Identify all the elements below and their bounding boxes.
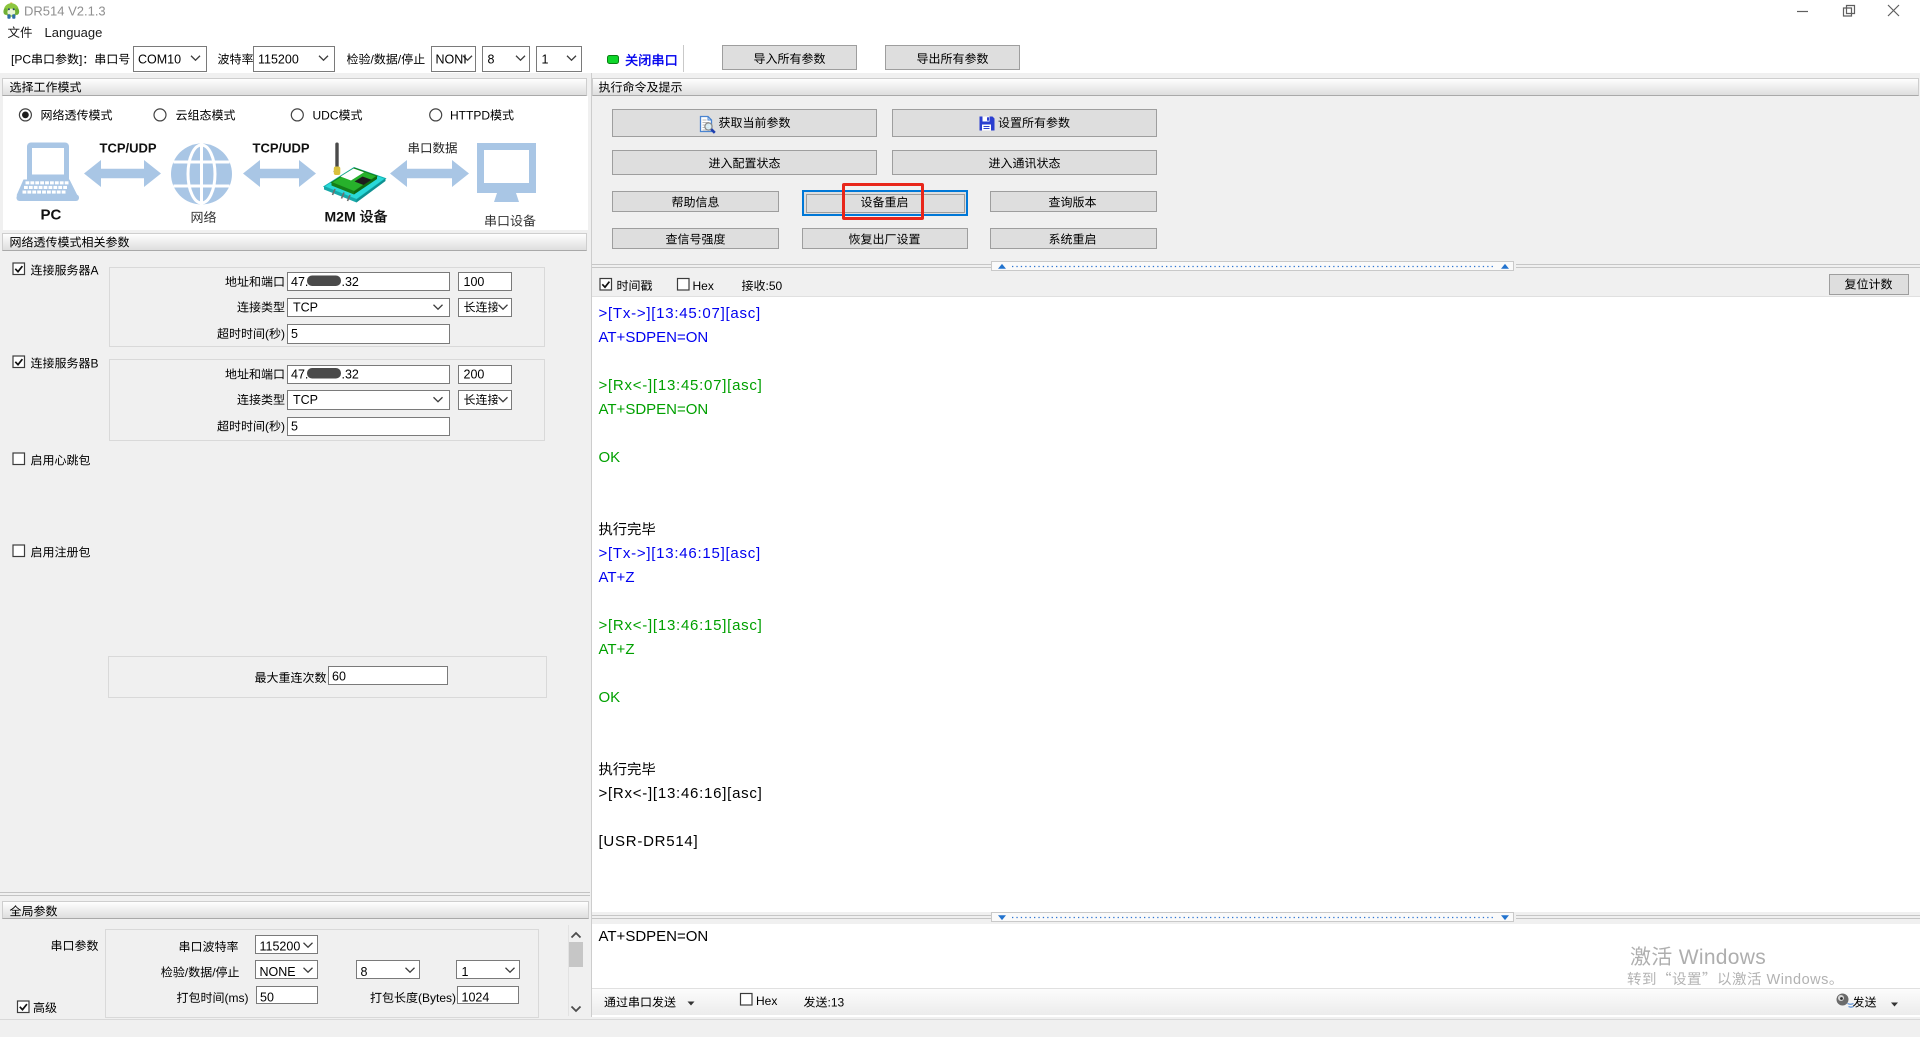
svg-text:.32: .32: [342, 368, 359, 382]
svg-text:115200: 115200: [260, 940, 301, 954]
svg-text:AT+Z: AT+Z: [599, 569, 635, 586]
svg-text:PC: PC: [41, 207, 62, 224]
svg-text:>[Rx<-][13:46:16][asc]: >[Rx<-][13:46:16][asc]: [599, 785, 763, 802]
svg-text:M2M: M2M: [325, 209, 360, 225]
svg-text:Hex: Hex: [693, 279, 714, 293]
svg-text:TCP: TCP: [293, 393, 318, 407]
svg-text:5: 5: [291, 327, 298, 341]
svg-text:47.: 47.: [291, 368, 308, 382]
svg-text:): ): [281, 327, 285, 341]
svg-text:OK: OK: [599, 449, 621, 466]
svg-text:/: /: [371, 53, 375, 67]
svg-text:1024: 1024: [462, 991, 490, 1005]
svg-text:47.: 47.: [291, 275, 308, 289]
svg-text:(ms): (ms): [225, 991, 249, 1005]
svg-text:Hex: Hex: [756, 994, 777, 1008]
svg-text:1: 1: [542, 53, 549, 67]
svg-text:AT+SDPEN=ON: AT+SDPEN=ON: [599, 928, 709, 945]
svg-text::13: :13: [828, 996, 845, 1010]
svg-text:.32: .32: [342, 275, 359, 289]
svg-text:COM10: COM10: [138, 53, 181, 67]
svg-text:TCP/UDP: TCP/UDP: [100, 141, 157, 156]
svg-text:AT+SDPEN=ON: AT+SDPEN=ON: [599, 329, 709, 346]
svg-text:60: 60: [332, 670, 346, 684]
svg-text:100: 100: [464, 275, 485, 289]
svg-text:NONI: NONI: [436, 53, 467, 67]
svg-text:(: (: [265, 327, 269, 341]
svg-text:>[Tx->][13:46:15][asc]: >[Tx->][13:46:15][asc]: [599, 545, 761, 562]
svg-text:>[Rx<-][13:45:07][asc]: >[Rx<-][13:45:07][asc]: [599, 377, 763, 394]
svg-text:>[Rx<-][13:46:15][asc]: >[Rx<-][13:46:15][asc]: [599, 617, 763, 634]
svg-text:AT+Z: AT+Z: [599, 641, 635, 658]
svg-text:NONE: NONE: [260, 965, 296, 979]
svg-text:Windows: Windows: [1762, 972, 1829, 988]
svg-text:/: /: [398, 53, 402, 67]
svg-text:[PC: [PC: [11, 53, 31, 67]
svg-text:Windows: Windows: [1673, 946, 1766, 969]
svg-text:(Bytes): (Bytes): [418, 991, 456, 1005]
svg-text:200: 200: [464, 368, 485, 382]
svg-text:8: 8: [488, 53, 495, 67]
svg-text:A: A: [91, 264, 99, 278]
svg-text:TCP/UDP: TCP/UDP: [253, 141, 310, 156]
svg-text:): ): [281, 420, 285, 434]
svg-text:>[Tx->][13:45:07][asc]: >[Tx->][13:45:07][asc]: [599, 305, 761, 322]
svg-text:HTTPD: HTTPD: [450, 109, 490, 123]
svg-text:115200: 115200: [258, 53, 299, 67]
svg-text:50: 50: [260, 991, 274, 1005]
svg-text:1: 1: [462, 965, 469, 979]
svg-text:/: /: [185, 966, 189, 980]
svg-text:Language: Language: [45, 25, 103, 40]
svg-text:B: B: [91, 357, 99, 371]
svg-text:]: ]: [79, 53, 82, 67]
svg-text:TCP: TCP: [293, 301, 318, 315]
svg-text:/: /: [212, 966, 216, 980]
svg-text:(: (: [265, 420, 269, 434]
svg-text:5: 5: [291, 420, 298, 434]
svg-text:[USR-DR514]: [USR-DR514]: [599, 833, 699, 850]
svg-text::50: :50: [766, 279, 783, 293]
svg-text:DR514 V2.1.3: DR514 V2.1.3: [24, 4, 106, 19]
svg-text:OK: OK: [599, 689, 621, 706]
svg-text:AT+SDPEN=ON: AT+SDPEN=ON: [599, 401, 709, 418]
svg-text:UDC: UDC: [313, 109, 339, 123]
svg-text:8: 8: [361, 965, 368, 979]
